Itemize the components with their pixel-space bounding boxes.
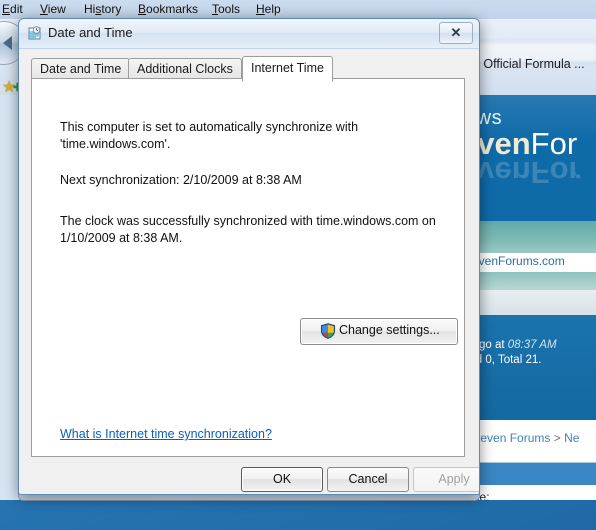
last-synchronization-text: The clock was successfully synchronized … — [60, 214, 436, 245]
banner-teal-band — [462, 221, 596, 253]
browser-tab-title[interactable]: he Official Formula ... — [466, 57, 585, 71]
panel-line-1-time: 08:37 AM — [507, 339, 557, 351]
dialog-title: Date and Time — [48, 25, 133, 40]
next-synchronization-text: Next synchronization: 2/10/2009 at 8:38 … — [60, 173, 302, 187]
change-settings-label: Change settings... — [339, 323, 440, 337]
back-arrow-icon — [3, 36, 12, 50]
banner-teal-band-2 — [462, 272, 596, 290]
page-grey-band — [462, 290, 596, 315]
date-and-time-dialog: Date and Time ✕ Date and Time Additional… — [18, 18, 480, 495]
browser-menu-bar: Edit View History Bookmarks Tools Help — [0, 0, 596, 19]
breadcrumb-link-next[interactable]: Ne — [564, 431, 579, 445]
breadcrumb-link-seven-forums[interactable]: Seven Forums — [472, 431, 550, 445]
menu-item-history[interactable]: History — [84, 2, 121, 16]
change-settings-button[interactable]: Change settings... — [300, 318, 458, 345]
form-header-bar — [465, 462, 596, 485]
menu-item-tools[interactable]: Tools — [212, 2, 240, 16]
calendar-clock-icon — [28, 26, 41, 40]
site-banner: ows evenFor evenFor — [462, 95, 596, 221]
close-button[interactable]: ✕ — [439, 22, 473, 44]
dialog-titlebar[interactable]: Date and Time ✕ — [19, 19, 479, 49]
tab-internet-time[interactable]: Internet Time — [242, 56, 333, 82]
screen: Edit View History Bookmarks Tools Help ★… — [0, 0, 596, 530]
forum-info-panel: s Ago at 08:37 AM ead 0, Total 21. — [462, 315, 596, 420]
menu-item-view[interactable]: View — [40, 2, 66, 16]
cancel-button[interactable]: Cancel — [327, 467, 409, 492]
menu-item-edit[interactable]: Edit — [2, 2, 23, 16]
breadcrumb-sep-2: > — [550, 431, 565, 445]
ok-button[interactable]: OK — [241, 467, 323, 492]
sync-status-paragraph: This computer is set to automatically sy… — [60, 120, 359, 151]
uac-shield-icon — [320, 323, 336, 339]
internet-time-panel: This computer is set to automatically sy… — [31, 78, 465, 457]
web-page-content: ows evenFor evenFor SevenForums.com s Ag… — [462, 95, 596, 500]
close-icon: ✕ — [450, 25, 462, 40]
internet-time-help-link[interactable]: What is Internet time synchronization? — [60, 427, 272, 441]
menu-item-bookmarks[interactable]: Bookmarks — [138, 2, 198, 16]
menu-item-help[interactable]: Help — [256, 2, 281, 16]
apply-button: Apply — [413, 467, 479, 492]
